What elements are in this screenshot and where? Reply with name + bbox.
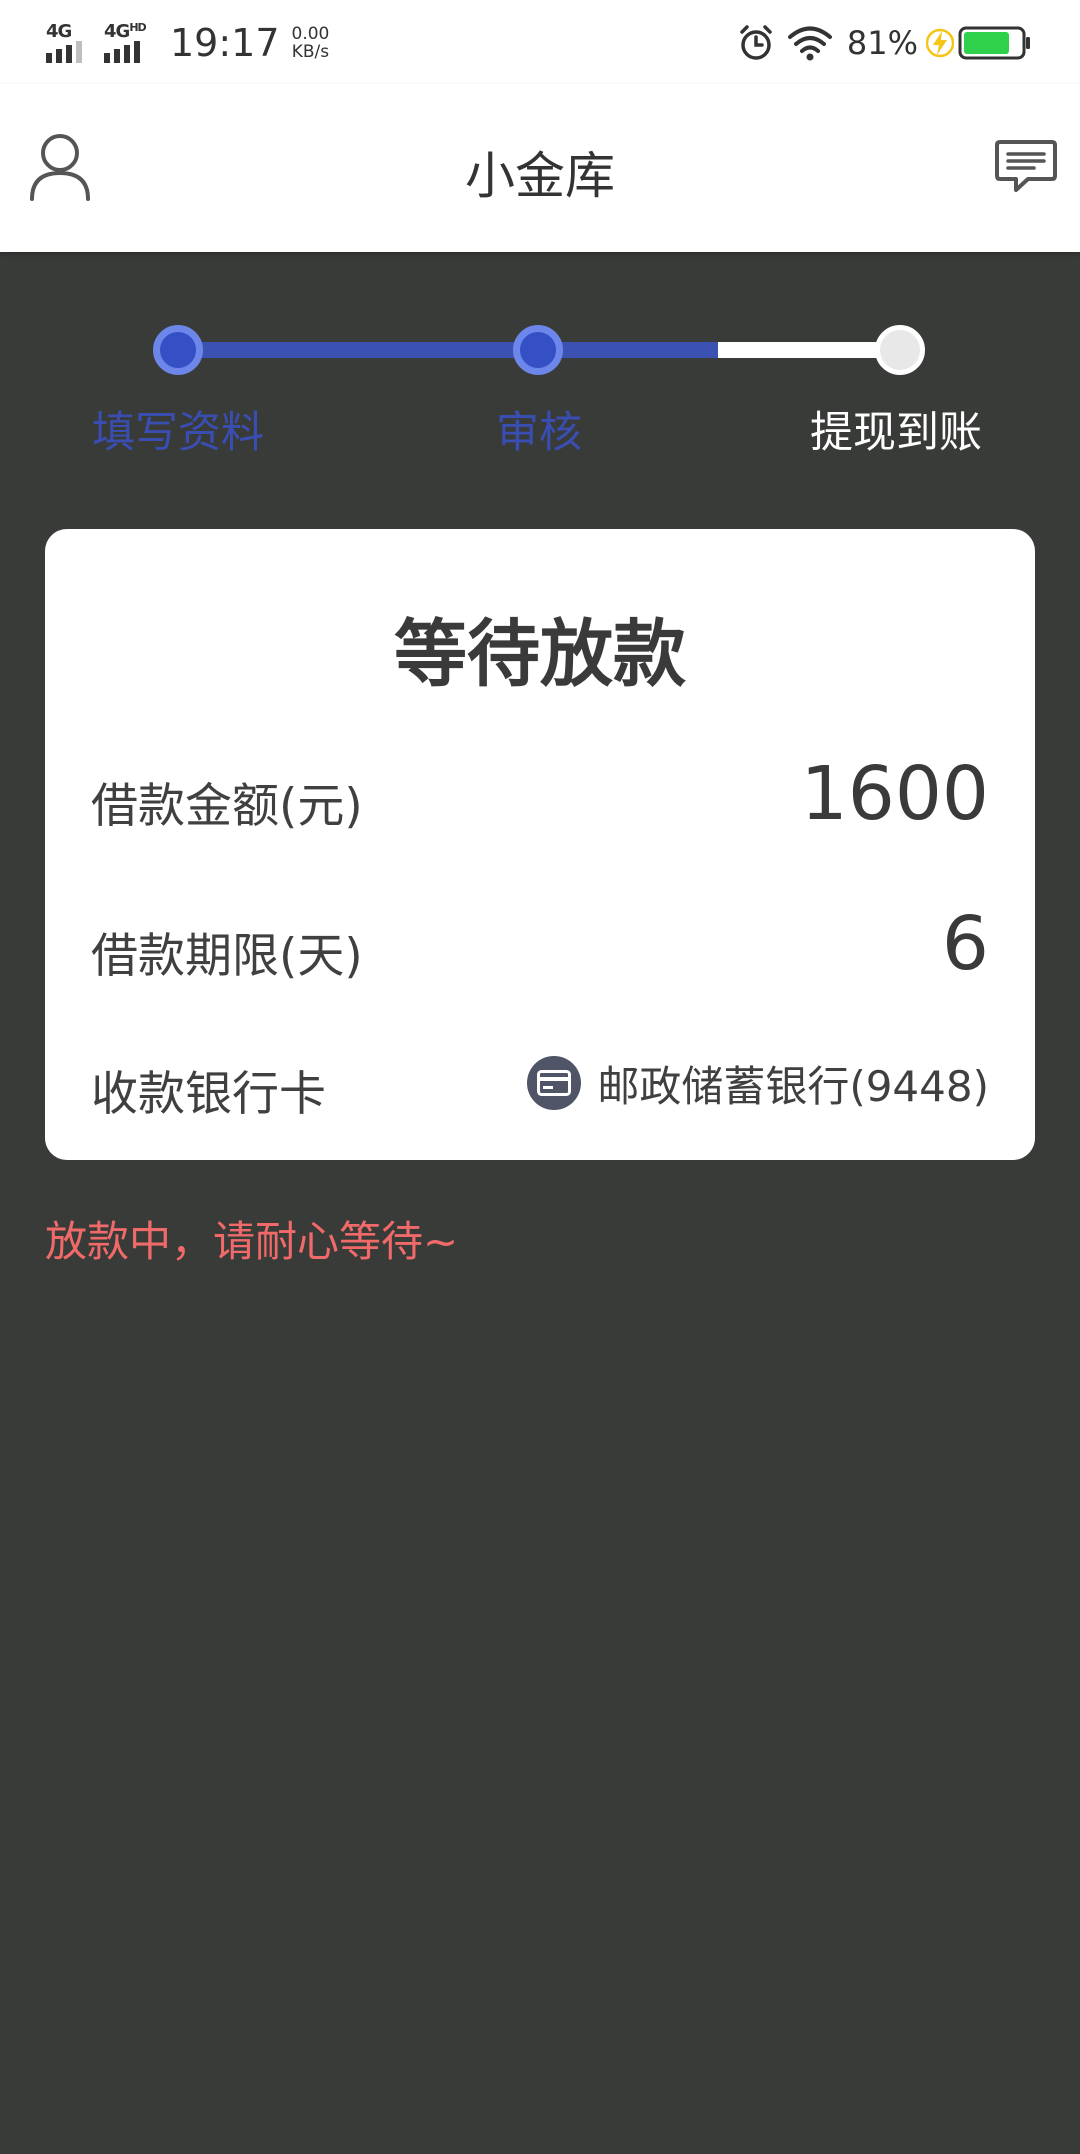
progress-track-remaining	[718, 342, 900, 358]
step-label-withdraw: 提现到账	[810, 408, 982, 458]
speed-value: 0.00	[291, 24, 330, 44]
status-bar: 4G 4GHD 19:17 0.00 KB/s 81%	[0, 0, 1080, 84]
loan-amount-value: 1600	[800, 751, 989, 837]
status-left: 4G 4GHD 19:17 0.00 KB/s	[46, 18, 329, 68]
loan-status-card: 等待放款 借款金额(元) 1600 借款期限(天) 6 收款银行卡 邮政储蓄银行…	[45, 529, 1035, 1160]
app-header: 小金库	[0, 84, 1080, 252]
card-title: 等待放款	[394, 612, 686, 697]
status-right: 81%	[737, 20, 1032, 66]
wifi-icon	[787, 26, 832, 61]
step-dot-2	[513, 325, 563, 375]
battery-icon	[958, 26, 1030, 60]
network-speed: 0.00 KB/s	[292, 25, 330, 61]
network-type-2-suffix: HD	[129, 21, 146, 34]
bank-card-value: 邮政储蓄银行(9448)	[597, 1061, 989, 1111]
battery-percent: 81%	[846, 24, 918, 62]
network-type-2-label: 4G	[104, 21, 130, 42]
loan-amount-label: 借款金额(元)	[91, 779, 363, 834]
step-dot-3	[875, 325, 925, 375]
progress-track-completed	[178, 342, 718, 358]
loan-term-value: 6	[941, 901, 989, 987]
speed-unit: KB/s	[291, 42, 330, 62]
step-dot-1	[153, 325, 203, 375]
bank-card-label: 收款银行卡	[91, 1067, 326, 1122]
loan-notice: 放款中，请耐心等待~	[45, 1217, 459, 1266]
charging-bolt-icon	[926, 28, 954, 58]
progress-stepper: 填写资料 审核 提现到账	[0, 320, 1080, 460]
network-type-2: 4GHD	[104, 21, 147, 42]
signal-2: 4GHD	[104, 21, 150, 65]
step-label-fill-info: 填写资料	[92, 408, 264, 458]
clock: 19:17	[170, 21, 280, 65]
bank-card-info: 邮政储蓄银行(9448)	[527, 1053, 989, 1113]
battery-fill	[964, 32, 1009, 54]
signal-bars-icon	[104, 41, 144, 63]
network-type-1: 4G	[46, 21, 72, 42]
signal-1: 4G	[46, 21, 92, 65]
step-label-review: 审核	[496, 408, 582, 458]
signal-bars-icon	[46, 41, 86, 63]
page-title: 小金库	[465, 147, 615, 205]
bank-card-icon	[527, 1056, 582, 1110]
message-icon[interactable]	[994, 138, 1058, 196]
loan-term-label: 借款期限(天)	[91, 929, 363, 984]
alarm-icon	[740, 25, 772, 60]
